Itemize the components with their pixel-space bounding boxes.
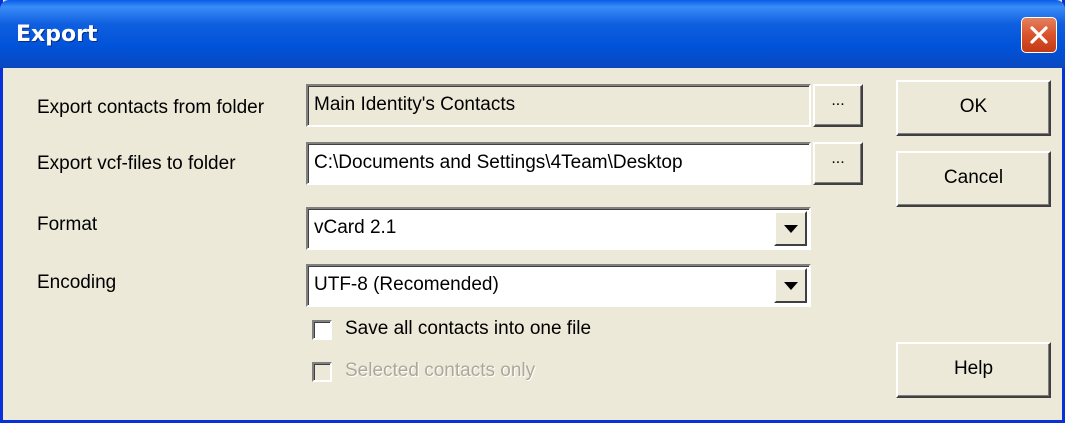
ok-button[interactable]: OK	[896, 80, 1051, 136]
browse-from-folder-label: ...	[831, 92, 845, 109]
browse-to-folder-button[interactable]: ...	[813, 142, 863, 185]
to-folder-value: C:\Documents and Settings\4Team\Desktop	[314, 152, 683, 173]
browse-from-folder-button[interactable]: ...	[813, 84, 863, 127]
format-label: Format	[37, 214, 98, 235]
format-selected-value: vCard 2.1	[314, 217, 397, 238]
cancel-button-label: Cancel	[943, 167, 1004, 188]
selected-only-checkbox	[312, 362, 332, 382]
from-folder-value: Main Identity's Contacts	[314, 94, 516, 115]
selected-only-label: Selected contacts only	[345, 360, 536, 381]
from-folder-field: Main Identity's Contacts	[306, 84, 811, 127]
help-button[interactable]: Help	[896, 342, 1051, 398]
ok-button-label: OK	[959, 96, 988, 117]
close-button[interactable]	[1021, 17, 1057, 53]
title-bar[interactable]: Export	[0, 0, 1065, 68]
cancel-button[interactable]: Cancel	[896, 151, 1051, 207]
to-folder-label: Export vcf-files to folder	[37, 153, 236, 174]
chevron-down-icon[interactable]	[774, 211, 807, 246]
save-one-file-label[interactable]: Save all contacts into one file	[345, 318, 591, 340]
dialog-title: Export	[16, 22, 98, 47]
save-one-file-checkbox[interactable]	[312, 320, 332, 340]
to-folder-input[interactable]: C:\Documents and Settings\4Team\Desktop	[306, 142, 811, 185]
close-icon	[1030, 26, 1048, 44]
chevron-down-icon[interactable]	[774, 268, 807, 303]
browse-to-folder-label: ...	[831, 150, 845, 167]
from-folder-label: Export contacts from folder	[37, 97, 265, 118]
help-button-label: Help	[953, 358, 994, 379]
encoding-selected-value: UTF-8 (Recomended)	[314, 274, 499, 295]
format-select[interactable]: vCard 2.1	[306, 207, 811, 250]
encoding-label: Encoding	[37, 272, 117, 293]
export-dialog: Export Export contacts from folder Main …	[0, 0, 1065, 423]
encoding-select[interactable]: UTF-8 (Recomended)	[306, 264, 811, 307]
